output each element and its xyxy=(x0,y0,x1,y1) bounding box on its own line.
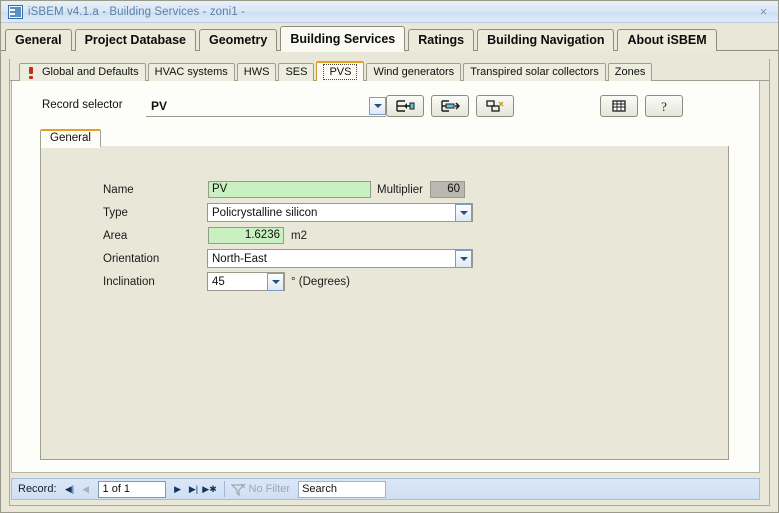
form-window-icon xyxy=(8,4,23,19)
field-row-orientation: Orientation North-East xyxy=(41,249,728,268)
subtab-wind-generators[interactable]: Wind generators xyxy=(366,63,462,81)
record-selector-row: Record selector PV ? xyxy=(34,95,749,119)
multiplier-label: Multiplier xyxy=(377,183,424,196)
field-row-type: Type Policrystalline silicon xyxy=(41,203,728,222)
svg-text:?: ? xyxy=(661,99,667,113)
area-label: Area xyxy=(103,229,128,242)
field-row-inclination: Inclination 45 ° (Degrees) xyxy=(41,272,728,291)
record-navigation-bar: Record: ◀| ◀ 1 of 1 ▶ ▶| ▶✱ No Filter Se… xyxy=(11,478,760,500)
warning-icon xyxy=(26,66,37,79)
sub-tab-bar: Global and Defaults HVAC systems HWS SES… xyxy=(10,59,769,82)
inclination-label: Inclination xyxy=(103,275,155,288)
name-label: Name xyxy=(103,183,134,196)
inclination-unit-label: ° (Degrees) xyxy=(291,275,350,288)
copy-record-icon xyxy=(486,100,504,112)
inclination-value: 45 xyxy=(212,275,225,288)
grid-view-button[interactable] xyxy=(600,95,638,117)
copy-record-button[interactable] xyxy=(476,95,514,117)
tab-geometry[interactable]: Geometry xyxy=(199,29,278,51)
orientation-label: Orientation xyxy=(103,252,160,265)
name-input[interactable]: PV xyxy=(208,181,371,198)
type-value: Policrystalline silicon xyxy=(212,206,318,219)
chevron-down-icon[interactable] xyxy=(455,203,472,222)
close-icon[interactable]: × xyxy=(755,4,772,19)
table-grid-icon xyxy=(612,100,626,112)
general-panel: Name PV Multiplier 60 Type Policrystalli… xyxy=(40,146,729,460)
subtab-ses[interactable]: SES xyxy=(278,63,315,81)
subtab-hws[interactable]: HWS xyxy=(236,63,277,81)
field-row-area: Area 1.6236 m2 xyxy=(41,226,728,245)
add-record-button[interactable] xyxy=(386,95,424,117)
tab-about-isbem[interactable]: About iSBEM xyxy=(617,29,717,51)
help-question-icon: ? xyxy=(661,99,667,113)
record-position[interactable]: 1 of 1 xyxy=(97,480,166,498)
goto-record-button[interactable] xyxy=(431,95,469,117)
type-label: Type xyxy=(103,206,128,219)
chevron-down-icon[interactable] xyxy=(369,96,386,115)
record-selector-value: PV xyxy=(151,98,168,113)
chevron-down-icon[interactable] xyxy=(455,249,472,268)
help-button[interactable]: ? xyxy=(645,95,683,117)
previous-record-icon[interactable]: ◀ xyxy=(78,481,94,497)
record-selector-dropdown[interactable]: PV xyxy=(146,95,386,117)
pvs-form: Record selector PV ? General Name PV Mul… xyxy=(11,81,760,473)
inclination-dropdown[interactable]: 45 xyxy=(207,272,285,291)
type-dropdown[interactable]: Policrystalline silicon xyxy=(207,203,473,222)
tab-project-database[interactable]: Project Database xyxy=(74,29,196,51)
inner-tab-general[interactable]: General xyxy=(40,129,101,148)
content-panel: Global and Defaults HVAC systems HWS SES… xyxy=(1,51,778,512)
first-record-icon[interactable]: ◀| xyxy=(62,481,78,497)
subtab-label: Global and Defaults xyxy=(42,66,139,78)
filter-icon xyxy=(230,483,246,496)
tab-building-navigation[interactable]: Building Navigation xyxy=(477,29,615,51)
new-record-icon[interactable]: ▶✱ xyxy=(202,481,218,497)
next-record-icon[interactable]: ▶ xyxy=(170,481,186,497)
tab-building-services[interactable]: Building Services xyxy=(280,26,406,52)
last-record-icon[interactable]: ▶| xyxy=(186,481,202,497)
main-tab-bar: General Project Database Geometry Buildi… xyxy=(1,23,778,52)
application-window: iSBEM v4.1.a - Building Services - zoni1… xyxy=(0,0,779,513)
filter-status[interactable]: No Filter xyxy=(230,483,291,496)
subtab-label: PVS xyxy=(323,64,358,80)
tab-ratings[interactable]: Ratings xyxy=(408,29,475,51)
subtab-pvs[interactable]: PVS xyxy=(316,61,365,82)
subtab-zones[interactable]: Zones xyxy=(607,63,653,81)
tab-general[interactable]: General xyxy=(5,29,72,51)
inner-tab-bar: General xyxy=(40,129,729,148)
area-input[interactable]: 1.6236 xyxy=(208,227,284,244)
orientation-dropdown[interactable]: North-East xyxy=(207,249,473,268)
filter-label: No Filter xyxy=(248,483,291,495)
orientation-value: North-East xyxy=(212,252,267,265)
search-input[interactable]: Search xyxy=(298,480,387,498)
area-unit-label: m2 xyxy=(291,229,307,242)
multiplier-value: 60 xyxy=(430,181,465,198)
subtab-transpired-solar-collectors[interactable]: Transpired solar collectors xyxy=(463,63,606,81)
subtab-global-and-defaults[interactable]: Global and Defaults xyxy=(19,63,146,81)
goto-record-icon xyxy=(441,100,460,112)
chevron-down-icon[interactable] xyxy=(267,272,284,291)
field-row-name: Name PV Multiplier 60 xyxy=(41,180,728,199)
window-title: iSBEM v4.1.a - Building Services - zoni1… xyxy=(28,5,246,18)
subtab-hvac-systems[interactable]: HVAC systems xyxy=(147,63,235,81)
record-nav-label: Record: xyxy=(18,483,57,495)
record-selector-label: Record selector xyxy=(42,99,123,111)
building-services-frame: Global and Defaults HVAC systems HWS SES… xyxy=(9,59,770,506)
nav-divider xyxy=(223,481,225,497)
add-record-icon xyxy=(396,100,415,112)
title-bar: iSBEM v4.1.a - Building Services - zoni1… xyxy=(1,1,778,23)
